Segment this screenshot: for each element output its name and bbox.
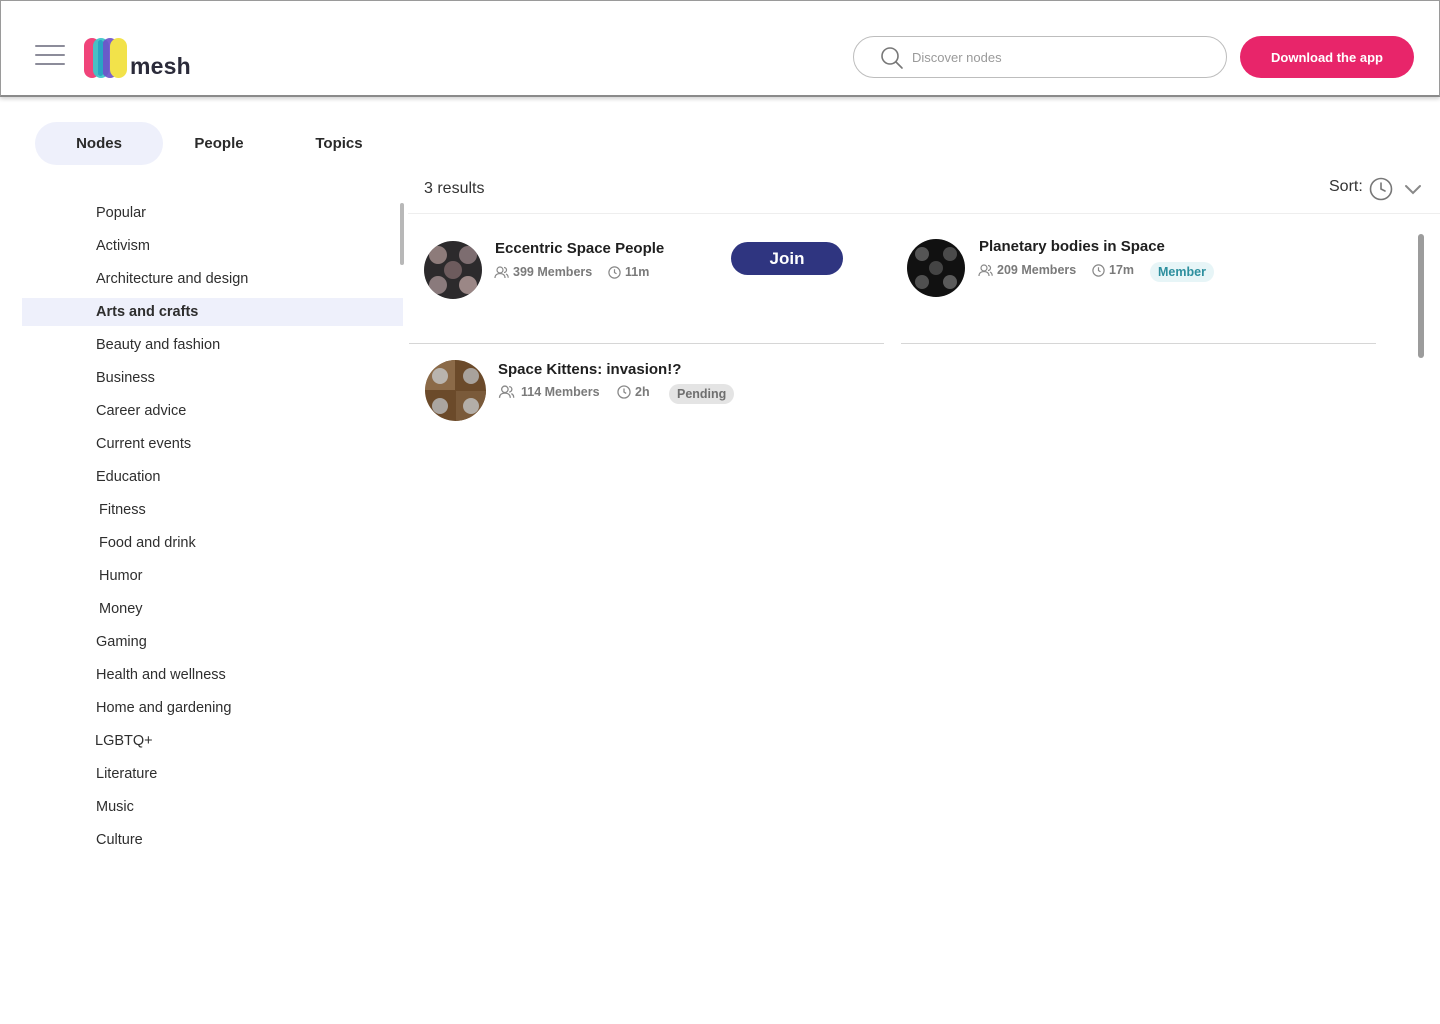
category-literature[interactable]: Literature [96, 760, 157, 788]
category-activism[interactable]: Activism [96, 232, 150, 260]
logo-text: mesh [130, 53, 191, 79]
divider [408, 213, 1440, 214]
category-gaming[interactable]: Gaming [96, 628, 147, 656]
category-education[interactable]: Education [96, 463, 161, 491]
clock-icon[interactable] [1369, 177, 1393, 201]
members-icon [978, 263, 993, 276]
category-popular[interactable]: Popular [96, 199, 146, 227]
divider [409, 343, 884, 344]
node-title[interactable]: Eccentric Space People [495, 240, 664, 257]
search-input[interactable] [912, 43, 1212, 71]
pending-badge: Pending [669, 384, 735, 404]
search-icon [881, 47, 903, 69]
avatar [907, 239, 965, 297]
join-button[interactable]: Join [731, 242, 843, 275]
sort-label: Sort: [1329, 178, 1363, 195]
members-icon [494, 265, 509, 278]
category-money[interactable]: Money [99, 595, 143, 623]
chevron-down-icon[interactable] [1404, 183, 1422, 197]
category-humor[interactable]: Humor [99, 562, 143, 590]
divider [901, 343, 1376, 344]
menu-icon[interactable] [35, 45, 65, 67]
search-bar[interactable] [853, 36, 1227, 78]
download-app-button[interactable]: Download the app [1240, 36, 1414, 78]
member-badge: Member [1150, 262, 1214, 282]
category-culture[interactable]: Culture [96, 826, 143, 854]
category-music[interactable]: Music [96, 793, 134, 821]
node-time: 11m [608, 265, 649, 279]
category-fitness[interactable]: Fitness [99, 496, 146, 524]
node-title[interactable]: Planetary bodies in Space [979, 238, 1165, 255]
tab-people[interactable]: People [163, 122, 275, 165]
category-food-and-drink[interactable]: Food and drink [99, 529, 196, 557]
category-beauty[interactable]: Beauty and fashion [96, 331, 220, 359]
node-time-label: 11m [625, 265, 650, 279]
members-count: 114 Members [521, 385, 600, 399]
category-arts-and-crafts[interactable]: Arts and crafts [22, 298, 403, 326]
node-members: 209 Members [978, 263, 1076, 277]
avatar [424, 241, 482, 299]
sidebar-scrollbar[interactable] [400, 203, 404, 265]
top-bar: mesh Download the app [0, 0, 1440, 97]
node-members: 114 Members [498, 385, 600, 399]
category-home[interactable]: Home and gardening [96, 694, 231, 722]
results-scrollbar[interactable] [1418, 234, 1424, 358]
category-business[interactable]: Business [96, 364, 155, 392]
node-time: 2h [617, 385, 650, 399]
category-health[interactable]: Health and wellness [96, 661, 226, 689]
tab-topics[interactable]: Topics [280, 122, 398, 165]
category-career-advice[interactable]: Career advice [96, 397, 186, 425]
node-time-label: 17m [1109, 263, 1135, 277]
results-count: 3 results [424, 180, 485, 197]
clock-icon [617, 385, 631, 399]
clock-icon [608, 265, 621, 279]
members-count: 399 Members [513, 265, 593, 279]
node-members: 399 Members [494, 265, 592, 279]
category-architecture[interactable]: Architecture and design [96, 265, 248, 293]
clock-icon [1092, 263, 1105, 277]
category-current-events[interactable]: Current events [96, 430, 191, 458]
node-time-label: 2h [635, 385, 650, 399]
avatar [425, 360, 486, 421]
members-icon [498, 385, 515, 398]
node-time: 17m [1092, 263, 1134, 277]
node-title[interactable]: Space Kittens: invasion!? [498, 361, 681, 378]
category-lgbtq[interactable]: LGBTQ+ [95, 727, 153, 755]
tab-nodes[interactable]: Nodes [35, 122, 163, 165]
members-count: 209 Members [997, 263, 1077, 277]
